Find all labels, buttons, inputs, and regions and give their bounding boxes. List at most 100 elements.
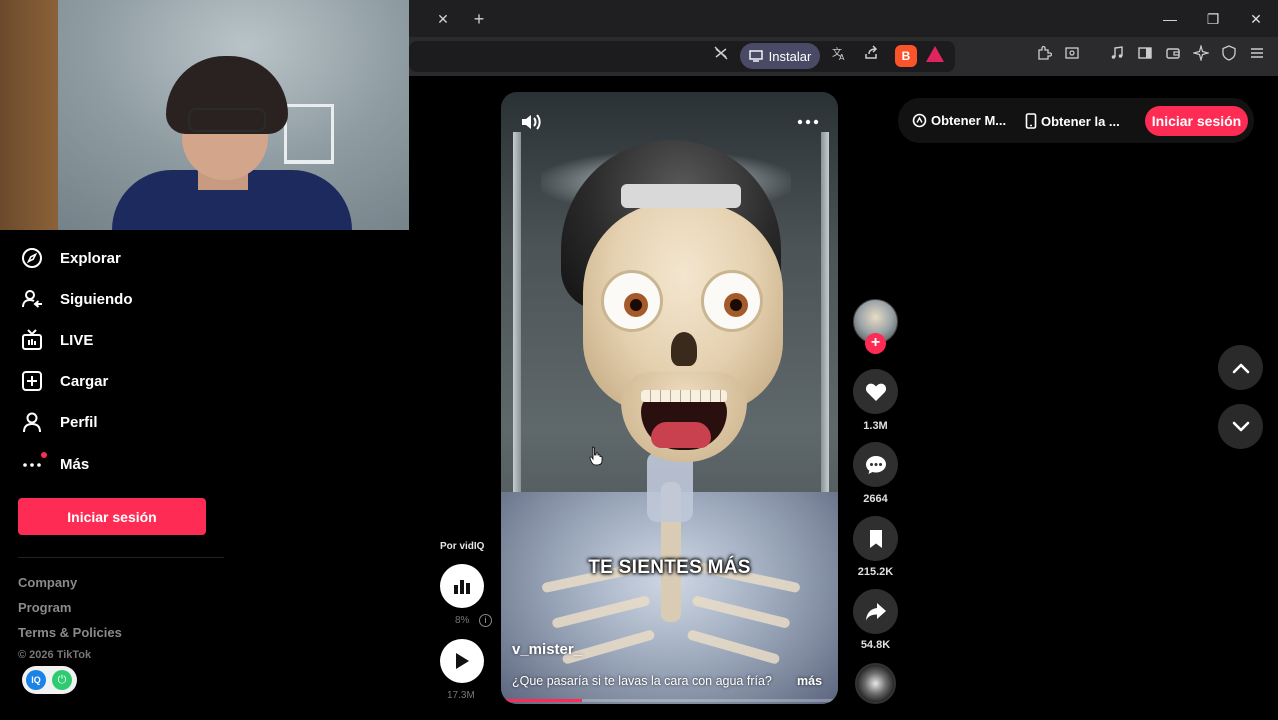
info-icon[interactable]: i: [479, 614, 492, 627]
window-restore-button[interactable]: ❐: [1198, 8, 1228, 30]
sidebar-item-label: Siguiendo: [60, 290, 133, 308]
sidebar-login-button[interactable]: Iniciar sesión: [18, 498, 206, 535]
volume-icon[interactable]: [519, 110, 543, 134]
video-author[interactable]: v_mister_: [512, 641, 582, 658]
heart-icon: [865, 383, 886, 401]
video-progress-track[interactable]: [501, 699, 838, 702]
extensions-icon[interactable]: [1032, 44, 1056, 68]
sidebar-item-live[interactable]: LIVE: [20, 326, 93, 354]
play-button[interactable]: [440, 639, 484, 683]
next-video-button[interactable]: [1218, 404, 1263, 449]
phone-icon: [1025, 113, 1037, 129]
sidebar-item-perfil[interactable]: Perfil: [20, 408, 98, 436]
get-coins-label: Obtener M...: [931, 113, 1007, 128]
translate-icon[interactable]: 文A: [827, 44, 851, 68]
person-icon: [20, 410, 44, 434]
live-tv-icon: [20, 328, 44, 352]
save-button[interactable]: [853, 516, 898, 561]
chevron-down-icon: [1232, 421, 1249, 431]
play-icon: [456, 653, 469, 669]
video-caption: TE SIENTES MÁS: [588, 557, 751, 578]
menu-icon[interactable]: [1245, 44, 1269, 68]
media-music-icon[interactable]: [1105, 44, 1129, 68]
get-coins-link[interactable]: Obtener M...: [912, 113, 1006, 128]
comment-button[interactable]: [853, 442, 898, 487]
no-tracking-icon[interactable]: [709, 44, 733, 68]
tab-close-button[interactable]: ✕: [432, 8, 454, 30]
follow-button[interactable]: +: [865, 333, 886, 354]
share-button[interactable]: [853, 589, 898, 634]
vidiq-stats-button[interactable]: [440, 564, 484, 608]
hand-cursor-icon: [589, 446, 603, 466]
footer-link-terms[interactable]: Terms & Policies: [18, 625, 122, 640]
power-icon[interactable]: ⏻: [52, 670, 72, 690]
svg-text:A: A: [839, 53, 845, 61]
compass-icon: [20, 246, 44, 270]
share-icon[interactable]: [859, 44, 883, 68]
install-app-button[interactable]: Instalar: [740, 43, 820, 69]
sidebar-item-cargar[interactable]: Cargar: [20, 367, 108, 395]
vidiq-ext-icon[interactable]: IQ: [26, 670, 46, 690]
install-label: Instalar: [768, 48, 812, 64]
more-dots-icon: [20, 452, 47, 476]
description-more-link[interactable]: más: [797, 674, 822, 688]
monitor-icon: [748, 50, 763, 62]
comment-count: 2664: [863, 493, 888, 505]
bar-chart-icon: [454, 580, 470, 594]
video-player[interactable]: TE SIENTES MÁS v_mister_ ¿Que pasaría si…: [501, 92, 838, 704]
vidiq-label: Por vidIQ: [440, 541, 485, 552]
coin-icon: [912, 113, 927, 128]
get-app-label: Obtener la ...: [1041, 113, 1120, 129]
video-progress-fill: [501, 699, 582, 702]
window-close-button[interactable]: ✕: [1241, 8, 1271, 30]
leo-ai-icon[interactable]: [1189, 43, 1213, 68]
footer-link-program[interactable]: Program: [18, 600, 71, 615]
webcam-shelf: [284, 104, 334, 164]
share-count: 54.8K: [860, 639, 891, 651]
video-skull-eye-left: [601, 270, 663, 332]
brave-shields-icon[interactable]: B: [895, 45, 917, 67]
brave-rewards-icon[interactable]: [926, 46, 944, 62]
new-tab-button[interactable]: +: [467, 7, 491, 31]
webcam-door: [0, 0, 58, 230]
reader-icon[interactable]: [1060, 44, 1084, 68]
video-description: ¿Que pasaría si te lavas la cara con agu…: [512, 674, 772, 688]
vpn-shield-icon[interactable]: [1217, 44, 1241, 68]
top-login-button[interactable]: Iniciar sesión: [1145, 106, 1248, 136]
comment-icon: [865, 455, 886, 474]
previous-video-button[interactable]: [1218, 345, 1263, 390]
footer-link-company[interactable]: Company: [18, 575, 77, 590]
webcam-person-glasses: [188, 108, 266, 132]
video-skull-nose: [671, 332, 697, 366]
sidebar-item-explorar[interactable]: Explorar: [20, 244, 121, 272]
sidebar-toggle-icon[interactable]: [1133, 44, 1157, 68]
sidebar-divider: [18, 557, 224, 558]
sidebar-item-label: Perfil: [60, 413, 98, 431]
notification-dot: [41, 452, 47, 458]
share-arrow-icon: [865, 602, 886, 620]
window-minimize-button[interactable]: —: [1155, 8, 1185, 30]
like-button[interactable]: [853, 369, 898, 414]
sidebar-item-label: Explorar: [60, 249, 121, 267]
video-skull-eye-right: [701, 270, 763, 332]
music-disc[interactable]: [855, 663, 896, 704]
copyright-text: © 2026 TikTok: [18, 649, 92, 661]
video-skeleton-neck: [647, 452, 693, 522]
wallet-icon[interactable]: [1161, 44, 1185, 68]
extension-widget[interactable]: IQ ⏻: [22, 666, 77, 694]
sidebar-item-label: Más: [60, 455, 90, 473]
get-app-link[interactable]: Obtener la ...: [1025, 113, 1120, 129]
upload-plus-icon: [20, 369, 44, 393]
video-skull-tongue: [651, 422, 711, 448]
following-icon: [20, 287, 44, 311]
sidebar-item-label: LIVE: [60, 331, 94, 349]
sidebar-item-mas[interactable]: Más: [20, 450, 89, 478]
sidebar-item-siguiendo[interactable]: Siguiendo: [20, 285, 133, 313]
webcam-overlay: [0, 0, 409, 230]
save-count: 215.2K: [857, 566, 894, 578]
chevron-up-icon: [1232, 363, 1249, 373]
more-options-icon[interactable]: [796, 110, 820, 134]
like-count: 1.3M: [863, 420, 888, 432]
sidebar-item-label: Cargar: [60, 372, 109, 390]
bookmark-icon: [869, 529, 882, 548]
